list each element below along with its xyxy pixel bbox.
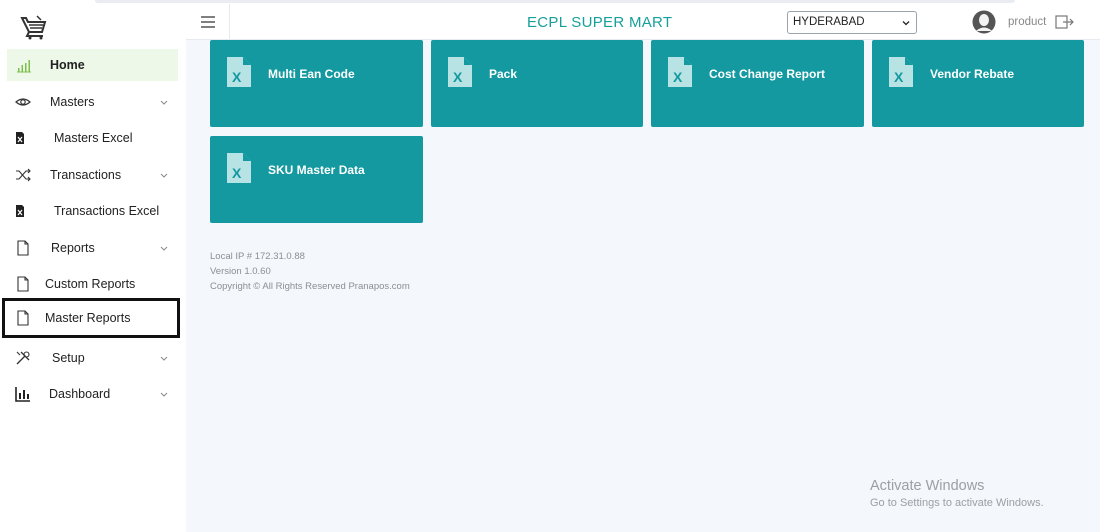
menu-toggle-button[interactable] xyxy=(186,4,230,40)
excel-file-icon: X xyxy=(668,57,692,87)
svg-text:X: X xyxy=(894,69,904,85)
svg-text:X: X xyxy=(453,69,463,85)
sidebar-item-label: Master Reports xyxy=(45,311,131,325)
sidebar-item-label: Transactions Excel xyxy=(54,204,160,218)
sidebar-item-transactions-excel[interactable]: Transactions Excel xyxy=(7,195,178,227)
excel-file-icon xyxy=(16,205,24,217)
document-icon xyxy=(17,276,29,292)
report-tile-multi-ean-code[interactable]: X Multi Ean Code xyxy=(210,40,423,127)
tile-label: Vendor Rebate xyxy=(930,67,1015,81)
shuffle-icon xyxy=(16,168,31,182)
sidebar-item-label: Masters Excel xyxy=(54,131,133,145)
svg-text:X: X xyxy=(232,165,242,181)
document-icon xyxy=(17,240,29,256)
user-avatar-icon[interactable] xyxy=(972,10,996,34)
svg-text:X: X xyxy=(673,69,683,85)
sidebar-item-custom-reports[interactable]: Custom Reports xyxy=(7,268,178,300)
report-tile-vendor-rebate[interactable]: X Vendor Rebate xyxy=(872,40,1084,127)
sidebar-item-dashboard[interactable]: Dashboard xyxy=(7,378,178,410)
chevron-down-icon xyxy=(160,246,168,251)
local-ip: Local IP # 172.31.0.88 xyxy=(210,251,305,262)
sidebar: Home Masters Masters Excel Transactions … xyxy=(0,4,186,532)
sidebar-item-reports[interactable]: Reports xyxy=(7,232,178,264)
sidebar-item-master-reports[interactable]: Master Reports xyxy=(2,298,180,338)
copyright: Copyright © All Rights Reserved Pranapos… xyxy=(210,281,410,292)
sidebar-item-label: Dashboard xyxy=(49,387,111,401)
logout-icon[interactable] xyxy=(1055,14,1075,30)
app-version: Version 1.0.60 xyxy=(210,266,271,277)
chart-icon xyxy=(15,387,30,402)
sidebar-item-masters[interactable]: Masters xyxy=(7,86,178,118)
branch-select-value: HYDERABAD xyxy=(793,16,865,28)
tile-label: Multi Ean Code xyxy=(268,67,355,81)
sidebar-item-label: Transactions xyxy=(50,168,122,182)
sidebar-item-label: Home xyxy=(50,58,85,72)
document-icon xyxy=(17,310,29,326)
top-header: ECPL SUPER MART HYDERABAD product xyxy=(186,4,1100,40)
excel-file-icon xyxy=(16,132,24,144)
windows-activation-watermark: Activate Windows Go to Settings to activ… xyxy=(870,478,1044,509)
sidebar-item-label: Masters xyxy=(50,95,95,109)
sidebar-item-label: Setup xyxy=(52,351,85,365)
branch-select[interactable]: HYDERABAD xyxy=(787,11,917,34)
watermark-subtitle: Go to Settings to activate Windows. xyxy=(870,497,1044,509)
sidebar-item-home[interactable]: Home xyxy=(7,49,178,81)
sidebar-item-setup[interactable]: Setup xyxy=(7,342,178,374)
bar-chart-icon xyxy=(17,60,31,73)
excel-file-icon: X xyxy=(448,57,472,87)
browser-bar xyxy=(95,0,1015,3)
chevron-down-icon xyxy=(160,356,168,361)
sidebar-item-label: Reports xyxy=(51,241,95,255)
eye-icon xyxy=(15,98,31,106)
shopping-cart-icon[interactable] xyxy=(20,13,48,41)
hamburger-icon xyxy=(200,16,215,28)
chevron-down-icon xyxy=(160,100,168,105)
chevron-down-icon xyxy=(902,21,910,26)
sidebar-item-label: Custom Reports xyxy=(45,277,136,291)
sidebar-item-masters-excel[interactable]: Masters Excel xyxy=(7,122,178,154)
excel-file-icon: X xyxy=(889,57,913,87)
chevron-down-icon xyxy=(160,392,168,397)
tile-label: Cost Change Report xyxy=(709,67,826,81)
report-tile-pack[interactable]: X Pack xyxy=(431,40,643,127)
excel-file-icon: X xyxy=(227,57,251,87)
report-tile-sku-master-data[interactable]: X SKU Master Data xyxy=(210,136,423,223)
app-footer: Local IP # 172.31.0.88 Version 1.0.60 Co… xyxy=(210,249,410,294)
tools-icon xyxy=(16,351,30,365)
tile-label: SKU Master Data xyxy=(268,163,365,177)
user-name: product xyxy=(1008,16,1047,28)
excel-file-icon: X xyxy=(227,153,251,183)
app-title: ECPL SUPER MART xyxy=(527,14,673,31)
report-tile-cost-change-report[interactable]: X Cost Change Report xyxy=(651,40,864,127)
svg-text:X: X xyxy=(232,69,242,85)
sidebar-item-transactions[interactable]: Transactions xyxy=(7,159,178,191)
tile-label: Pack xyxy=(489,67,518,81)
watermark-title: Activate Windows xyxy=(870,478,985,494)
chevron-down-icon xyxy=(160,173,168,178)
